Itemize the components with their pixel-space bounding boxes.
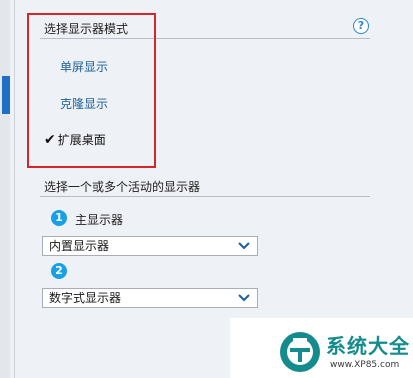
- watermark-url: www.XP85.com: [330, 360, 400, 370]
- primary-display-dropdown[interactable]: 内置显示器: [42, 236, 258, 256]
- watermark-text: 系统大全: [326, 334, 410, 358]
- help-icon[interactable]: ?: [353, 18, 369, 34]
- primary-display-label: 主显示器: [75, 213, 124, 227]
- panel-divider: [14, 0, 15, 378]
- step-1-badge: 1: [51, 210, 67, 226]
- chevron-down-icon: [238, 242, 250, 250]
- nav-selection-indicator: [2, 76, 10, 114]
- primary-display-value: 内置显示器: [49, 239, 110, 253]
- secondary-display-value: 数字式显示器: [49, 291, 122, 305]
- left-rail: [0, 0, 10, 378]
- mode-highlight-box: [27, 13, 156, 168]
- chevron-down-icon: [238, 294, 250, 302]
- active-displays-title: 选择一个或多个活动的显示器: [44, 180, 201, 194]
- secondary-display-dropdown[interactable]: 数字式显示器: [42, 288, 258, 308]
- watermark-logo-icon: [280, 332, 320, 372]
- step-2-badge: 2: [51, 263, 67, 279]
- active-displays-rule: [40, 196, 370, 197]
